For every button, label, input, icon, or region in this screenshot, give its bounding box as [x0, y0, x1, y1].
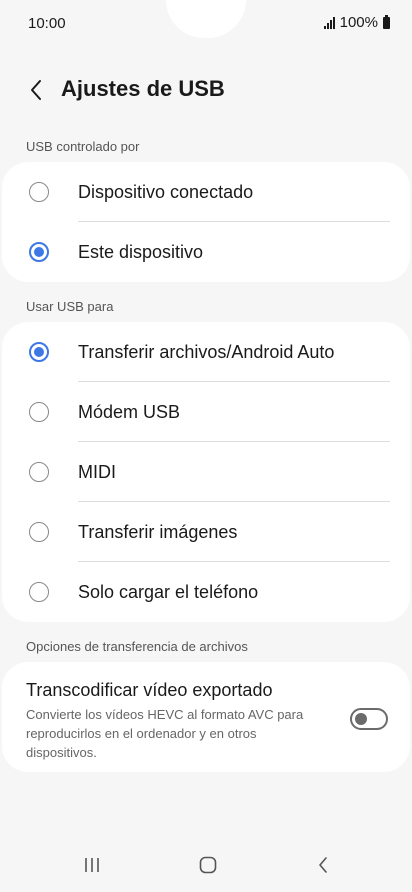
back-nav-button[interactable]: [303, 850, 343, 880]
option-label: Transferir archivos/Android Auto: [78, 341, 335, 362]
page-title: Ajustes de USB: [61, 76, 225, 101]
back-nav-icon: [319, 857, 327, 873]
radio-option-modem-usb[interactable]: Módem USB: [2, 382, 410, 442]
radio-option-solo-cargar[interactable]: Solo cargar el teléfono: [2, 562, 410, 622]
home-icon: [199, 856, 217, 874]
option-label: Este dispositivo: [78, 241, 204, 262]
chevron-left-icon: [31, 80, 41, 100]
status-indicators: 100%: [323, 14, 390, 31]
radio-option-transferir-archivos[interactable]: Transferir archivos/Android Auto: [2, 322, 410, 382]
option-label: Solo cargar el teléfono: [78, 581, 259, 602]
transcode-video-setting[interactable]: Transcodificar vídeo exportado Convierte…: [2, 662, 410, 772]
option-label: Dispositivo conectado: [78, 181, 254, 202]
setting-description: Convierte los vídeos HEVC al formato AVC…: [26, 707, 304, 760]
radio-button[interactable]: [29, 462, 49, 482]
option-label: Transferir imágenes: [78, 521, 238, 542]
status-time: 10:00: [28, 15, 66, 32]
signal-icon: [323, 16, 335, 29]
back-button[interactable]: [22, 76, 50, 104]
radio-option-midi[interactable]: MIDI: [2, 442, 410, 502]
setting-title: Transcodificar vídeo exportado: [26, 680, 273, 700]
radio-button[interactable]: [29, 402, 49, 422]
system-navigation-bar: [0, 836, 412, 892]
app-header: Ajustes de USB: [0, 70, 412, 110]
radio-option-dispositivo-conectado[interactable]: Dispositivo conectado: [2, 162, 410, 222]
battery-icon: [383, 14, 390, 29]
option-label: Módem USB: [78, 401, 181, 422]
use-usb-for-card: Transferir archivos/Android Auto Módem U…: [2, 322, 410, 622]
section-label-use-usb-for: Usar USB para: [26, 299, 114, 314]
radio-button[interactable]: [29, 522, 49, 542]
home-button[interactable]: [188, 850, 228, 880]
option-label: MIDI: [78, 461, 116, 482]
radio-option-este-dispositivo[interactable]: Este dispositivo: [2, 222, 410, 282]
transfer-options-card: Transcodificar vídeo exportado Convierte…: [2, 662, 410, 772]
transcode-toggle-switch[interactable]: [350, 708, 388, 730]
radio-option-transferir-imagenes[interactable]: Transferir imágenes: [2, 502, 410, 562]
controlled-by-card: Dispositivo conectado Este dispositivo: [2, 162, 410, 282]
camera-notch: [166, 0, 246, 38]
section-label-transfer-options: Opciones de transferencia de archivos: [26, 639, 248, 654]
radio-button[interactable]: [29, 582, 49, 602]
recent-apps-button[interactable]: [72, 850, 112, 880]
section-label-controlled-by: USB controlado por: [26, 139, 140, 154]
toggle-knob: [355, 713, 367, 725]
recent-apps-icon: [85, 858, 99, 872]
battery-percent: 100%: [339, 14, 378, 31]
radio-button-selected[interactable]: [29, 242, 49, 262]
status-bar: 10:00 100%: [0, 0, 412, 48]
radio-button-selected[interactable]: [29, 342, 49, 362]
radio-button[interactable]: [29, 182, 49, 202]
